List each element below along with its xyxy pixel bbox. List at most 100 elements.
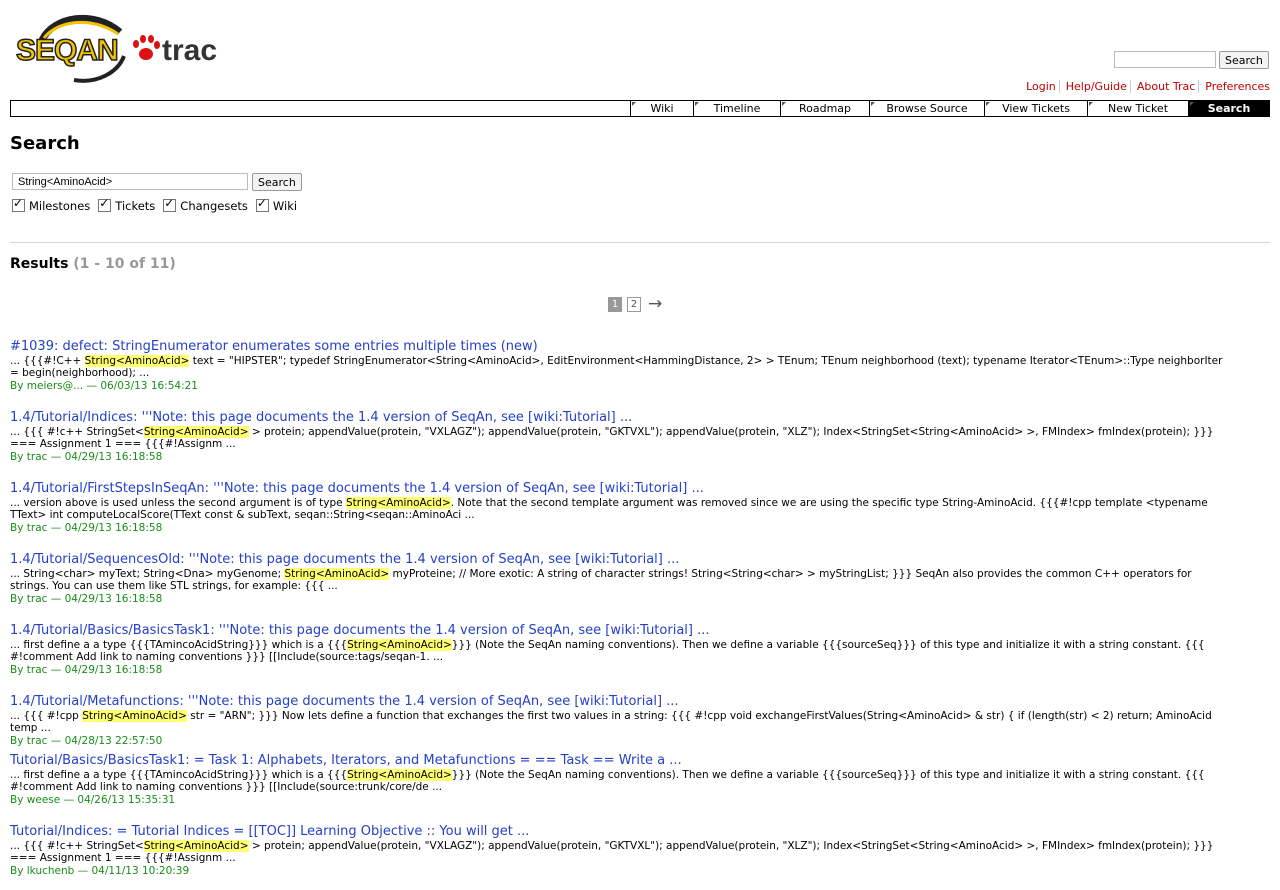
filter-label: Milestones — [29, 199, 91, 213]
nav-tab-timeline[interactable]: Timeline — [693, 101, 780, 116]
date-separator: — — [86, 380, 97, 392]
result-meta: By trac — 04/29/13 16:18:58 — [10, 521, 1230, 535]
nav-tab-browse-source[interactable]: Browse Source — [869, 101, 984, 116]
by-label: By — [10, 865, 24, 877]
result-title-link[interactable]: 1.4/Tutorial/Indices: '''Note: this page… — [10, 410, 1230, 426]
next-page-arrow-icon[interactable]: → — [648, 296, 662, 313]
result-title-link[interactable]: 1.4/Tutorial/SequencesOld: '''Note: this… — [10, 552, 1230, 568]
header-search-button[interactable]: Search — [1219, 51, 1269, 69]
by-label: By — [10, 522, 24, 534]
search-form: Search — [12, 173, 302, 191]
search-input[interactable] — [12, 173, 248, 190]
preferences-link[interactable]: Preferences — [1198, 80, 1270, 93]
nav-tab-new-ticket[interactable]: New Ticket — [1087, 101, 1188, 116]
header-search: Search — [1114, 51, 1269, 69]
filter-changesets[interactable]: Changesets — [163, 196, 248, 213]
nav-link[interactable]: View Tickets — [985, 101, 1087, 116]
result-date: 04/29/13 16:18:58 — [64, 451, 163, 463]
result-excerpt: ... first define a a type {{{TAmincoAcid… — [10, 639, 1230, 663]
main-navigation: Wiki Timeline Roadmap Browse Source View Tic… — [10, 100, 1270, 117]
result-title-link[interactable]: 1.4/Tutorial/Basics/BasicsTask1: '''Note… — [10, 623, 1230, 639]
result-title-link[interactable]: 1.4/Tutorial/Metafunctions: '''Note: thi… — [10, 694, 1230, 710]
excerpt-text: ... {{{ #!c++ StringSet< — [10, 426, 144, 438]
result-date: 04/28/13 22:57:50 — [64, 735, 163, 747]
filter-tickets[interactable]: Tickets — [98, 196, 155, 213]
milestones-checkbox[interactable] — [12, 196, 25, 212]
excerpt-text: ... first define a a type {{{TAmincoAcid… — [10, 769, 348, 781]
login-link[interactable]: Login — [1020, 80, 1056, 93]
search-button[interactable]: Search — [252, 173, 302, 191]
excerpt-text: ... {{{#!C++ — [10, 355, 85, 367]
excerpt-text: ... first define a a type {{{TAmincoAcid… — [10, 639, 348, 651]
nav-link[interactable]: Browse Source — [870, 101, 984, 116]
result-excerpt: ... {{{ #!cpp String<AminoAcid> str = "A… — [10, 710, 1230, 734]
result-excerpt: ... {{{#!C++ String<AminoAcid> text = "H… — [10, 355, 1230, 379]
nav-link[interactable]: Timeline — [694, 101, 780, 116]
svg-text:trac: trac — [162, 34, 217, 67]
date-separator: — — [50, 593, 62, 605]
page-2-link[interactable]: 2 — [627, 297, 641, 312]
meta-navigation: Login Help/Guide About Trac Preferences — [1017, 80, 1270, 93]
seqan-trac-logo[interactable]: SEQAN trac — [14, 12, 234, 84]
nav-link[interactable]: Search — [1189, 101, 1269, 116]
excerpt-text: ... {{{ #!cpp — [10, 710, 83, 722]
result-title-link[interactable]: 1.4/Tutorial/FirstStepsInSeqAn: '''Note:… — [10, 481, 1230, 497]
search-result: Tutorial/Indices: = Tutorial Indices = [… — [10, 824, 1230, 878]
tickets-checkbox[interactable] — [98, 196, 112, 212]
result-excerpt: ... first define a a type {{{TAmincoAcid… — [10, 769, 1230, 793]
result-meta: By trac — 04/29/13 16:18:58 — [10, 592, 1230, 606]
search-filters: Milestones Tickets Changesets Wiki — [12, 196, 298, 213]
result-meta: By trac — 04/29/13 16:18:58 — [10, 450, 1230, 464]
search-result: #1039: defect: StringEnumerator enumerat… — [10, 339, 1230, 393]
page-current: 1 — [608, 297, 622, 312]
result-excerpt: ... String<char> myText; String<Dna> myG… — [10, 568, 1230, 592]
result-title-link[interactable]: Tutorial/Indices: = Tutorial Indices = [… — [10, 824, 1230, 840]
svg-text:SEQAN: SEQAN — [16, 34, 118, 67]
result-date: 04/29/13 16:18:58 — [64, 593, 163, 605]
changesets-checkbox[interactable] — [163, 196, 177, 212]
filter-milestones[interactable]: Milestones — [12, 196, 91, 213]
result-author: trac — [26, 735, 48, 747]
result-author: trac — [26, 451, 48, 463]
by-label: By — [10, 593, 24, 605]
result-date: 04/29/13 16:18:58 — [64, 522, 163, 534]
nav-tab-view-tickets[interactable]: View Tickets — [984, 101, 1087, 116]
nav-link[interactable]: New Ticket — [1088, 101, 1188, 116]
result-meta: By trac — 04/29/13 16:18:58 — [10, 663, 1230, 677]
result-author: weese — [26, 794, 61, 806]
nav-link[interactable]: Roadmap — [781, 101, 869, 116]
filter-wiki[interactable]: Wiki — [255, 196, 298, 213]
search-term-highlight: String<AminoAcid> — [345, 497, 451, 509]
nav-tab-search[interactable]: Search — [1188, 101, 1269, 116]
by-label: By — [10, 794, 24, 806]
date-separator: — — [77, 865, 89, 877]
date-separator: — — [50, 664, 62, 676]
excerpt-text: ... String<char> myText; String<Dna> myG… — [10, 568, 285, 580]
date-separator: — — [50, 522, 62, 534]
search-term-highlight: String<AminoAcid> — [143, 426, 249, 438]
result-title-link[interactable]: #1039: defect: StringEnumerator enumerat… — [10, 339, 1230, 355]
search-result: 1.4/Tutorial/Basics/BasicsTask1: '''Note… — [10, 623, 1230, 677]
search-term-highlight: String<AminoAcid> — [84, 355, 190, 367]
search-result: 1.4/Tutorial/FirstStepsInSeqAn: '''Note:… — [10, 481, 1230, 535]
result-excerpt: ... {{{ #!c++ StringSet<String<AminoAcid… — [10, 426, 1230, 450]
wiki-checkbox[interactable] — [255, 196, 269, 212]
search-term-highlight: String<AminoAcid> — [347, 639, 452, 651]
help-guide-link[interactable]: Help/Guide — [1058, 80, 1127, 93]
result-author: trac — [26, 664, 48, 676]
results-range: (1 - 10 of 11) — [73, 256, 176, 272]
filter-label: Wiki — [272, 199, 298, 213]
result-title-link[interactable]: Tutorial/Basics/BasicsTask1: = Task 1: A… — [10, 753, 1230, 769]
date-separator: — — [50, 735, 62, 747]
by-label: By — [10, 664, 24, 676]
result-date: 04/29/13 16:18:58 — [64, 664, 163, 676]
header-search-input[interactable] — [1114, 51, 1216, 68]
excerpt-text: ... version above is used unless the sec… — [10, 497, 346, 509]
nav-link[interactable]: Wiki — [631, 101, 693, 116]
by-label: By — [10, 735, 24, 747]
nav-tab-roadmap[interactable]: Roadmap — [780, 101, 869, 116]
nav-tab-wiki[interactable]: Wiki — [630, 101, 693, 116]
result-date: 06/03/13 16:54:21 — [100, 380, 198, 392]
about-trac-link[interactable]: About Trac — [1129, 80, 1196, 93]
results-label: Results — [10, 256, 69, 272]
